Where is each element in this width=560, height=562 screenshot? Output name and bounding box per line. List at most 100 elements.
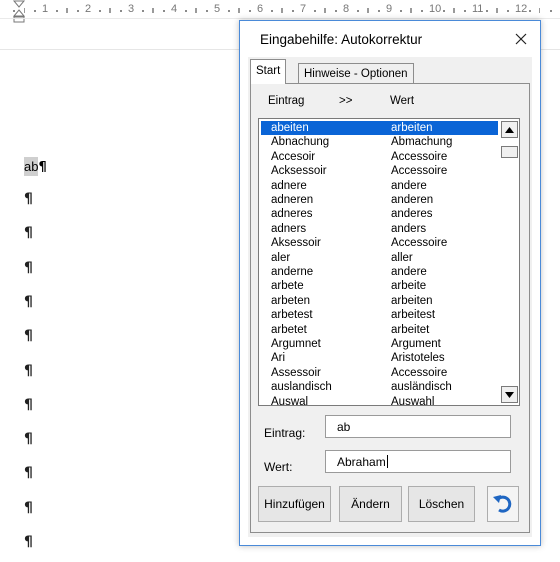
scroll-down-button[interactable] bbox=[501, 386, 518, 403]
ruler-tick bbox=[529, 10, 531, 12]
scroll-up-button[interactable] bbox=[501, 121, 518, 138]
list-item[interactable]: adneren anderen bbox=[261, 193, 498, 207]
list-item-entry: arbetet bbox=[271, 323, 307, 336]
paragraph-mark[interactable]: ¶ bbox=[24, 465, 33, 481]
list-item[interactable]: arbetest arbeitest bbox=[261, 308, 498, 322]
dialog-title-bar[interactable]: Eingabehilfe: Autokorrektur bbox=[240, 21, 540, 57]
entry-input[interactable]: ab bbox=[325, 415, 511, 438]
scroll-thumb[interactable] bbox=[501, 146, 518, 158]
list-item[interactable]: Auswal Auswahl bbox=[261, 395, 498, 406]
list-item[interactable]: adnere andere bbox=[261, 179, 498, 193]
paragraph-mark[interactable]: ¶ bbox=[24, 363, 33, 379]
tab-hints-options[interactable]: Hinweise - Optionen bbox=[298, 63, 414, 84]
entry-label: Eintrag: bbox=[264, 426, 306, 440]
list-item[interactable]: Argumnet Argument bbox=[261, 337, 498, 351]
list-item-value: arbeitest bbox=[391, 309, 436, 322]
list-item-entry: adnere bbox=[271, 179, 307, 192]
autocorrect-dialog: Eingabehilfe: Autokorrektur Start Hinwei… bbox=[239, 20, 541, 546]
horizontal-ruler[interactable]: 1 2 3 4 5 6 7 8 9 10 11 12 bbox=[0, 0, 560, 23]
list-item[interactable]: Assessoir Accessoire bbox=[261, 366, 498, 380]
paragraph-mark[interactable]: ¶ bbox=[24, 328, 33, 344]
column-header-entry: Eintrag bbox=[268, 95, 305, 107]
list-item[interactable]: auslandisch ausländisch bbox=[261, 380, 498, 394]
paragraph-mark[interactable]: ¶ bbox=[24, 225, 33, 241]
ruler-tick bbox=[497, 8, 498, 13]
list-item[interactable]: aler aller bbox=[261, 251, 498, 265]
paragraph-mark[interactable]: ¶ bbox=[24, 191, 33, 207]
add-button[interactable]: Hinzufügen bbox=[258, 486, 331, 522]
list-item[interactable]: Ari Aristoteles bbox=[261, 351, 498, 365]
list-item-entry: arbete bbox=[271, 280, 304, 293]
dialog-client-area: Start Hinweise - Optionen Eintrag >> Wer… bbox=[248, 57, 532, 537]
column-header-value: Wert bbox=[390, 95, 415, 107]
paragraph-mark[interactable]: ¶ bbox=[24, 534, 33, 550]
ruler-tick bbox=[378, 10, 380, 12]
list-item[interactable]: arbetet arbeitet bbox=[261, 323, 498, 337]
ruler-number: 4 bbox=[171, 3, 178, 15]
list-item[interactable]: adneres anderes bbox=[261, 207, 498, 221]
ruler-tick bbox=[24, 8, 25, 13]
list-item-value: arbeitet bbox=[391, 323, 430, 336]
list-item-entry: adners bbox=[271, 222, 307, 235]
list-item-entry: Aksessoir bbox=[271, 237, 321, 250]
ruler-number: 12 bbox=[515, 3, 528, 15]
list-item-value: Accessoire bbox=[391, 237, 448, 250]
ruler-tick bbox=[249, 10, 251, 12]
paragraph-mark[interactable]: ¶ bbox=[24, 431, 33, 447]
ruler-number: 11 bbox=[472, 3, 484, 15]
list-item-value: arbeiten bbox=[391, 294, 433, 307]
list-item-value: aller bbox=[391, 251, 413, 264]
list-item[interactable]: Acksessoir Accessoire bbox=[261, 164, 498, 178]
close-icon bbox=[515, 33, 527, 45]
ruler-tick bbox=[507, 10, 509, 12]
list-item-value: Aristoteles bbox=[391, 352, 445, 365]
delete-button[interactable]: Löschen bbox=[408, 486, 475, 522]
list-item-entry: Accesoir bbox=[271, 150, 316, 163]
list-item-entry: Argumnet bbox=[271, 338, 321, 350]
list-item[interactable]: Abnachung Abmachung bbox=[261, 135, 498, 149]
list-item-entry: Auswal bbox=[271, 395, 309, 406]
list-item-value: Abmachung bbox=[391, 136, 453, 149]
ruler-tick bbox=[282, 8, 283, 13]
ruler-number: 3 bbox=[128, 3, 135, 15]
ruler-tick bbox=[539, 8, 540, 13]
list-item-value: arbeite bbox=[391, 280, 427, 293]
list-item-entry: auslandisch bbox=[271, 381, 332, 394]
list-item-entry: arbetest bbox=[271, 309, 313, 322]
list-item-value: arbeiten bbox=[391, 122, 433, 134]
ruler-number: 5 bbox=[214, 3, 221, 15]
tab-start[interactable]: Start bbox=[250, 59, 287, 84]
list-item[interactable]: arbete arbeite bbox=[261, 279, 498, 293]
paragraph-mark[interactable]: ¶ bbox=[24, 500, 33, 516]
ruler-tick bbox=[454, 8, 455, 13]
entry-input-value: ab bbox=[337, 420, 351, 434]
paragraph-mark[interactable]: ¶ bbox=[24, 260, 33, 276]
tab-panel-start: Eintrag >> Wert abeiten arbeiten Abnachung… bbox=[250, 83, 530, 533]
ruler-tick bbox=[400, 10, 402, 12]
close-button[interactable] bbox=[508, 27, 534, 51]
ruler-tick bbox=[206, 10, 208, 12]
ruler-tick bbox=[120, 10, 122, 12]
paragraph-mark[interactable]: ¶ bbox=[24, 397, 33, 413]
autocorrect-listbox[interactable]: abeiten arbeiten Abnachung Abmachung Accesoi… bbox=[258, 118, 520, 406]
list-item[interactable]: arbeten arbeiten bbox=[261, 294, 498, 308]
list-item-entry: Ari bbox=[271, 352, 286, 365]
list-item[interactable]: adners anders bbox=[261, 222, 498, 236]
undo-button[interactable] bbox=[487, 486, 519, 522]
paragraph-mark[interactable]: ¶ bbox=[24, 294, 33, 310]
document-selected-text[interactable]: ab¶ bbox=[24, 157, 47, 176]
ruler-tick bbox=[550, 10, 552, 12]
list-item-selected[interactable]: abeiten arbeiten bbox=[261, 121, 498, 136]
list-item[interactable]: anderne andere bbox=[261, 265, 498, 279]
list-item-value: Accessoire bbox=[391, 366, 448, 379]
change-button[interactable]: Ändern bbox=[339, 486, 402, 522]
selected-word: ab bbox=[24, 157, 39, 176]
value-input[interactable]: Abraham bbox=[325, 450, 511, 473]
ruler-tick bbox=[368, 8, 369, 13]
list-item-entry: adneren bbox=[271, 194, 314, 206]
list-item[interactable]: Accesoir Accessoire bbox=[261, 150, 498, 164]
list-item[interactable]: Aksessoir Accessoire bbox=[261, 236, 498, 250]
listbox-scrollbar[interactable] bbox=[500, 119, 519, 405]
ruler-tick bbox=[56, 10, 58, 12]
list-item-value: anderes bbox=[391, 208, 433, 221]
